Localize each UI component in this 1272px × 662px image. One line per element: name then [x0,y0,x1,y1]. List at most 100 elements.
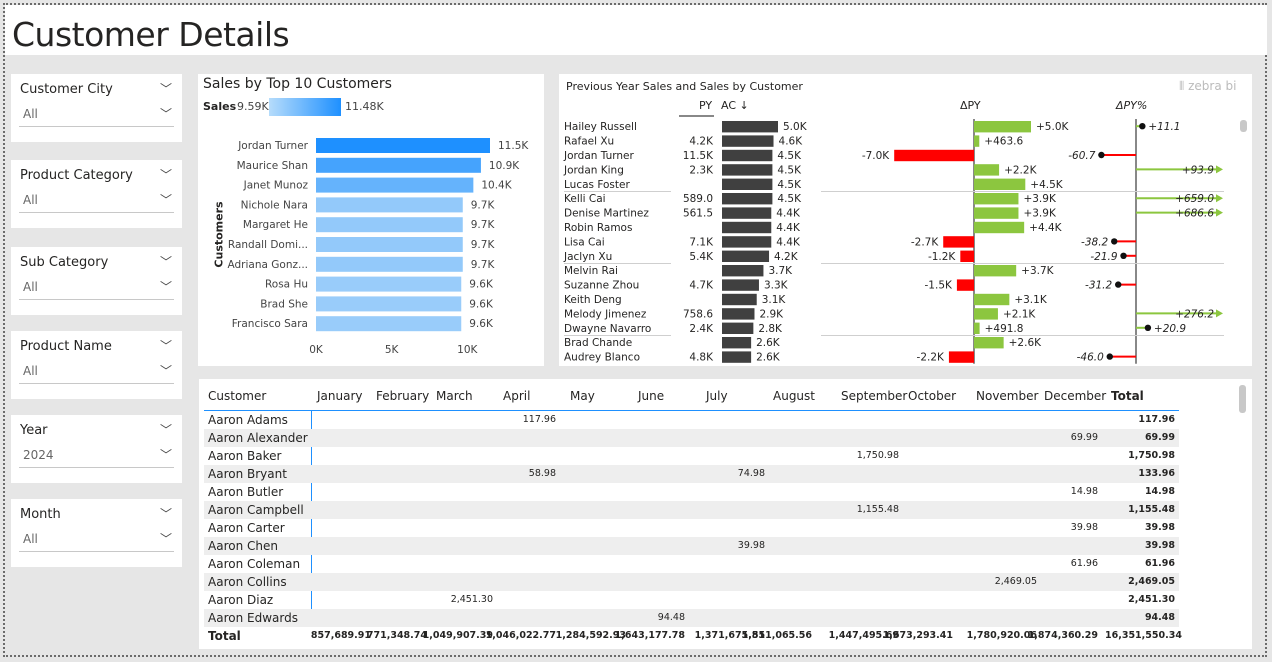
slicer-dropdown[interactable]: All ﹀ [19,102,174,127]
bar[interactable] [316,276,462,292]
table-row[interactable]: Aaron Butler 14.98 14.98 [204,483,1179,501]
col-header-month[interactable]: December [1044,389,1106,403]
col-header-month[interactable]: October [908,389,956,403]
bar[interactable] [316,197,463,213]
dpy-bar[interactable] [974,308,998,320]
dpypct-dot[interactable] [1139,123,1146,130]
chevron-down-icon[interactable]: ﹀ [160,166,172,183]
col-header-month[interactable]: November [976,389,1038,403]
col-header-month[interactable]: May [570,389,595,403]
table-row[interactable]: Aaron Adams 117.96 117.96 [204,411,1179,429]
dpy-bar[interactable] [943,236,974,248]
table-row[interactable]: Aaron Carter 39.98 39.98 [204,519,1179,537]
dpy-bar[interactable] [974,178,1026,190]
table-row[interactable]: Aaron Baker 1,750.98 1,750.98 [204,447,1179,465]
bar[interactable] [316,157,481,173]
bar[interactable] [316,237,463,252]
dpy-bar[interactable] [974,121,1031,133]
dpypct-dot[interactable] [1098,151,1105,159]
chevron-down-icon[interactable]: ﹀ [160,337,172,354]
chevron-down-icon[interactable]: ﹀ [160,105,172,122]
dpy-bar[interactable] [974,193,1019,205]
bar[interactable] [316,177,474,193]
ac-bar[interactable] [722,221,772,234]
slicer-dropdown[interactable]: All ﹀ [19,527,174,552]
col-header-customer[interactable]: Customer [208,389,266,403]
ac-bar[interactable] [722,149,773,162]
col-header-month[interactable]: February [376,389,429,403]
dpy-bar[interactable] [948,351,974,363]
bar[interactable] [316,256,463,272]
slicer-dropdown[interactable]: All ﹀ [19,359,174,384]
dpy-bar[interactable] [974,135,980,147]
chevron-down-icon[interactable]: ﹀ [160,505,172,522]
customer-name: Kelli Cai [564,193,606,205]
col-header-month[interactable]: August [773,389,815,403]
ac-bar[interactable] [722,250,770,262]
chevron-down-icon[interactable]: ﹀ [160,278,172,295]
ac-bar[interactable] [722,308,755,320]
dpy-bar[interactable] [960,250,974,262]
bar[interactable] [316,138,490,153]
dpy-bar[interactable] [974,164,1000,176]
dpypct-dot[interactable] [1120,252,1127,259]
ac-bar[interactable] [722,236,772,248]
dpypct-dot[interactable] [1144,324,1152,331]
col-header-month[interactable]: January [317,389,363,403]
ac-bar[interactable] [722,322,754,334]
ac-bar[interactable] [722,135,774,147]
table-row[interactable]: Aaron Coleman 61.96 61.96 [204,555,1179,573]
col-header-month[interactable]: September [841,389,907,403]
dpypct-dot[interactable] [1115,281,1122,288]
bar[interactable] [316,217,463,233]
ac-bar[interactable] [722,265,764,277]
dpy-bar[interactable] [894,149,974,162]
col-header-month[interactable]: March [436,389,473,403]
ac-bar[interactable] [722,193,773,205]
col-header-month[interactable]: April [503,389,530,403]
bar[interactable] [316,296,462,312]
slicer-dropdown[interactable]: All ﹀ [19,275,174,300]
ac-bar[interactable] [722,178,773,190]
chevron-down-icon[interactable]: ﹀ [160,253,172,270]
dpy-bar[interactable] [974,265,1017,277]
table-row[interactable]: Aaron Diaz 2,451.30 2,451.30 [204,591,1179,609]
table-row[interactable]: Aaron Collins 2,469.05 2,469.05 [204,573,1179,591]
customer-name: Melvin Rai [564,265,618,277]
ac-bar[interactable] [722,351,752,363]
chevron-down-icon[interactable]: ﹀ [160,421,172,438]
ac-bar[interactable] [722,207,772,219]
ac-bar[interactable] [722,293,757,306]
dpy-bar[interactable] [974,207,1019,219]
dpypct-dot[interactable] [1106,353,1113,360]
table-row[interactable]: Aaron Alexander 69.99 69.99 [204,429,1179,447]
dpy-bar[interactable] [974,293,1010,306]
dpypct-dot[interactable] [1111,238,1118,245]
chart-scrollbar[interactable] [1240,120,1247,132]
table-scrollbar[interactable] [1239,385,1246,413]
table-row[interactable]: Aaron Chen 39.98 39.98 [204,537,1179,555]
table-row[interactable]: Aaron Edwards 94.48 94.48 [204,609,1179,627]
ac-bar[interactable] [722,337,752,349]
col-header-total[interactable]: Total [1111,389,1144,403]
dpy-bar[interactable] [956,279,974,291]
slicer-dropdown[interactable]: 2024 ﹀ [19,443,174,468]
dpy-bar[interactable] [974,322,980,334]
table-row[interactable]: Aaron Campbell 1,155.48 1,155.48 [204,501,1179,519]
col-header-month[interactable]: July [706,389,728,403]
chevron-down-icon[interactable]: ﹀ [160,80,172,97]
slicer-dropdown[interactable]: All ﹀ [19,188,174,213]
ac-bar[interactable] [722,164,773,176]
table-row[interactable]: Aaron Bryant 58.98 74.98 133.96 [204,465,1179,483]
dpy-bar[interactable] [974,221,1025,234]
row-total-cell: 117.96 [1138,414,1175,425]
col-header-month[interactable]: June [638,389,664,403]
chevron-down-icon[interactable]: ﹀ [160,191,172,208]
ac-bar[interactable] [722,279,759,291]
dpy-bar[interactable] [974,337,1004,349]
chevron-down-icon[interactable]: ﹀ [160,446,172,463]
bar[interactable] [316,316,462,332]
ac-bar[interactable] [722,121,778,133]
chevron-down-icon[interactable]: ﹀ [160,530,172,547]
chevron-down-icon[interactable]: ﹀ [160,362,172,379]
